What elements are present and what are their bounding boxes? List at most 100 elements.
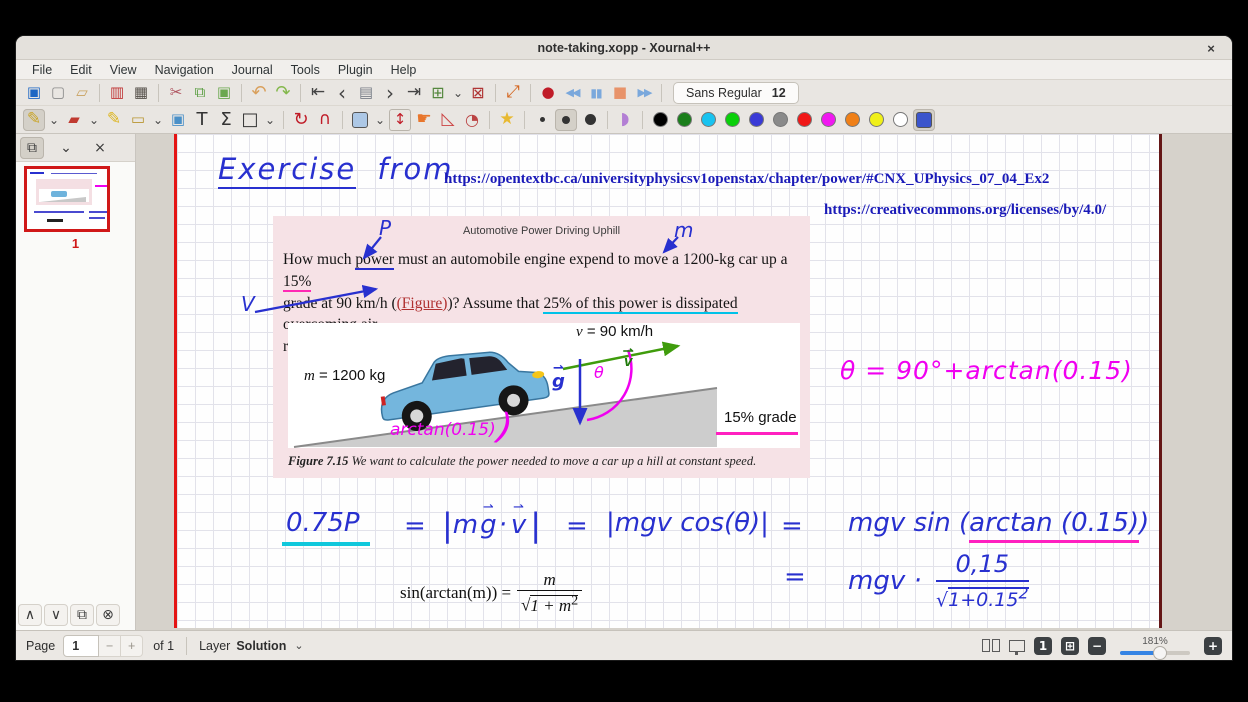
math-tex-button[interactable]: Σ xyxy=(215,109,237,131)
vertical-space-button[interactable]: ↕ xyxy=(389,109,411,131)
figure-link[interactable]: (Figure) xyxy=(397,295,448,312)
color-green-button[interactable] xyxy=(721,109,743,131)
page-decrement-button[interactable]: − xyxy=(99,635,121,657)
color-lightblue-button[interactable] xyxy=(697,109,719,131)
zoom-100-button[interactable]: 1 xyxy=(1034,637,1052,655)
zoom-fit-button[interactable]: ⊞ xyxy=(1061,637,1079,655)
rewind-button[interactable]: ◀◀ xyxy=(561,82,583,104)
pause-button[interactable]: ▮▮ xyxy=(585,82,607,104)
license-url-text[interactable]: https://creativecommons.org/licenses/by/… xyxy=(824,202,1106,219)
menu-tools[interactable]: Tools xyxy=(283,61,328,79)
duplicate-page-button[interactable]: ⧉ xyxy=(70,604,94,626)
delete-page-button[interactable]: ⊠ xyxy=(467,82,489,104)
print-button[interactable]: ▦ xyxy=(130,82,152,104)
page-thumbnail[interactable] xyxy=(24,166,110,232)
pen-dropdown[interactable]: ⌄ xyxy=(47,109,61,131)
highlighter-tool-button[interactable]: ✎ xyxy=(103,109,125,131)
default-tool-button[interactable]: ★ xyxy=(496,109,518,131)
add-page-button[interactable]: ⊞ xyxy=(427,82,449,104)
color-black-button[interactable] xyxy=(649,109,671,131)
undo-button[interactable]: ↶ xyxy=(248,82,270,104)
menu-help[interactable]: Help xyxy=(383,61,425,79)
menu-journal[interactable]: Journal xyxy=(224,61,281,79)
tape-dropdown[interactable]: ⌄ xyxy=(151,109,165,131)
tape-measure-button[interactable]: ▭ xyxy=(127,109,149,131)
menu-plugin[interactable]: Plugin xyxy=(330,61,381,79)
copy-button[interactable]: ⧉ xyxy=(189,82,211,104)
sidebar-close-button[interactable]: × xyxy=(88,137,112,159)
page-increment-button[interactable]: + xyxy=(121,635,143,657)
color-white-button[interactable] xyxy=(889,109,911,131)
title-bar[interactable]: note-taking.xopp - Xournal++ × xyxy=(16,36,1232,60)
grid-snap-button[interactable]: ∩ xyxy=(314,109,336,131)
menu-view[interactable]: View xyxy=(102,61,145,79)
color-darkgreen-button[interactable] xyxy=(673,109,695,131)
thumbnail-down-button[interactable]: ∨ xyxy=(44,604,68,626)
pages-icon: ⧉ xyxy=(27,140,37,156)
pen-tool-button[interactable]: ✎ xyxy=(23,109,45,131)
cut-button[interactable]: ✂ xyxy=(165,82,187,104)
layer-chevron-icon[interactable]: ⌄ xyxy=(294,639,303,652)
compass-button[interactable]: ◔ xyxy=(461,109,483,131)
menu-navigation[interactable]: Navigation xyxy=(147,61,222,79)
menu-edit[interactable]: Edit xyxy=(62,61,100,79)
fullscreen-button[interactable]: ⤢ xyxy=(502,82,524,104)
zoom-out-button[interactable]: − xyxy=(1088,637,1106,655)
stop-button[interactable]: ■ xyxy=(609,82,631,104)
save-button[interactable]: ▣ xyxy=(23,82,45,104)
source-url-text[interactable]: https://opentextbc.ca/universityphysicsv… xyxy=(444,171,1049,188)
color-yellow-button[interactable] xyxy=(865,109,887,131)
first-page-button[interactable]: ⇤ xyxy=(307,82,329,104)
color-orange-button[interactable] xyxy=(841,109,863,131)
toolbar-separator xyxy=(342,111,343,129)
text-tool-button[interactable]: T xyxy=(191,109,213,131)
eraser-tool-button[interactable]: ▰ xyxy=(63,109,85,131)
thickness-thick-button[interactable] xyxy=(579,109,601,131)
fill-tool-button[interactable]: ◗ xyxy=(614,109,636,131)
sidebar-pages-tab[interactable]: ⧉ xyxy=(20,137,44,159)
last-page-button[interactable]: ⇥ xyxy=(403,82,425,104)
font-button[interactable]: Sans Regular 12 xyxy=(673,82,799,104)
paste-button[interactable]: ▣ xyxy=(213,82,235,104)
color-select-icon xyxy=(916,112,932,128)
menu-file[interactable]: File xyxy=(24,61,60,79)
thickness-medium-button[interactable] xyxy=(555,109,577,131)
color-gray-button[interactable] xyxy=(769,109,791,131)
zoom-slider[interactable] xyxy=(1120,651,1190,655)
shape-dropdown[interactable]: ⌄ xyxy=(263,109,277,131)
zoom-slider-knob[interactable] xyxy=(1153,646,1167,660)
redo-button[interactable]: ↷ xyxy=(272,82,294,104)
shape-tool-button[interactable]: □ xyxy=(239,109,261,131)
new-document-button[interactable]: ▢ xyxy=(47,82,69,104)
next-page-button[interactable]: › xyxy=(379,82,401,104)
sidebar-collapse-button[interactable]: ⌄ xyxy=(54,137,78,159)
insert-image-button[interactable]: ▣ xyxy=(167,109,189,131)
color-blue-button[interactable] xyxy=(745,109,767,131)
rotation-snap-button[interactable]: ↻ xyxy=(290,109,312,131)
thickness-fine-button[interactable] xyxy=(531,109,553,131)
close-preview-button[interactable]: ⊗ xyxy=(96,604,120,626)
page-number-input[interactable]: 1 xyxy=(63,635,99,657)
record-button[interactable]: ● xyxy=(537,82,559,104)
zoom-in-button[interactable]: + xyxy=(1204,637,1222,655)
thumbnail-up-button[interactable]: ∧ xyxy=(18,604,42,626)
color-chooser-button[interactable] xyxy=(913,109,935,131)
color-magenta-button[interactable] xyxy=(817,109,839,131)
export-pdf-button[interactable]: ▥ xyxy=(106,82,128,104)
setsquare-button[interactable]: ◺ xyxy=(437,109,459,131)
canvas[interactable]: Exercise from https://opentextbc.ca/univ… xyxy=(136,134,1232,630)
select-dropdown[interactable]: ⌄ xyxy=(373,109,387,131)
layer-selector[interactable]: Solution xyxy=(236,639,286,653)
select-rect-button[interactable] xyxy=(349,109,371,131)
presentation-mode-button[interactable] xyxy=(1009,640,1025,652)
previous-page-button[interactable]: ‹ xyxy=(331,82,353,104)
open-button[interactable]: ▱ xyxy=(71,82,93,104)
goto-page-button[interactable]: ▤ xyxy=(355,82,377,104)
add-page-dropdown[interactable]: ⌄ xyxy=(451,82,465,104)
color-red-button[interactable] xyxy=(793,109,815,131)
dual-page-view-button[interactable] xyxy=(982,639,1000,652)
eraser-dropdown[interactable]: ⌄ xyxy=(87,109,101,131)
forward-button[interactable]: ▶▶ xyxy=(633,82,655,104)
close-window-button[interactable]: × xyxy=(1202,39,1220,57)
hand-tool-button[interactable]: ☛ xyxy=(413,109,435,131)
